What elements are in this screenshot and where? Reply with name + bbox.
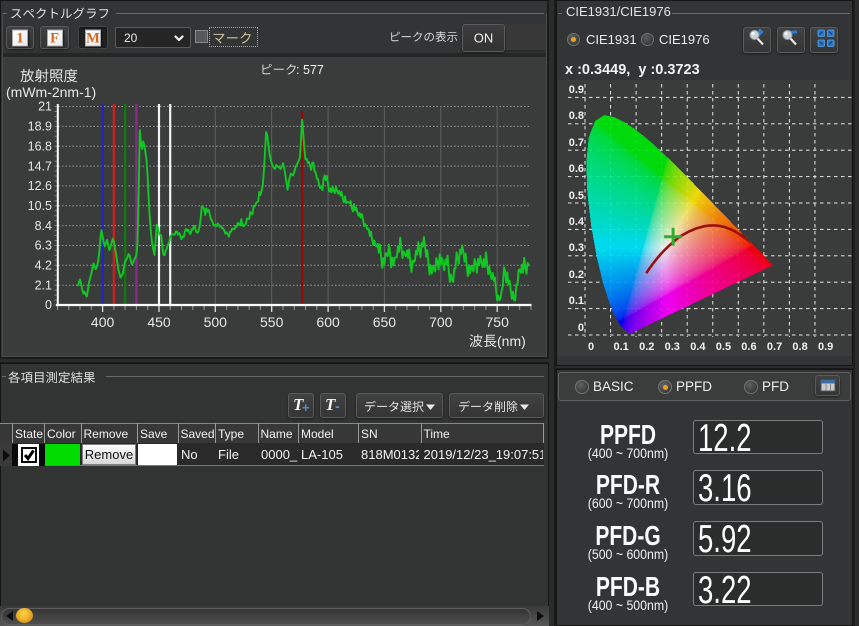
svg-text:0: 0	[45, 298, 52, 312]
svg-text:: 577: : 577	[296, 63, 324, 77]
svg-text:18.9: 18.9	[28, 120, 52, 134]
svg-text:14.7: 14.7	[28, 159, 52, 173]
svg-text:12.6: 12.6	[28, 179, 52, 193]
svg-text:400: 400	[91, 314, 115, 330]
svg-text:700: 700	[429, 314, 453, 330]
svg-text:550: 550	[260, 314, 284, 330]
svg-text:16.8: 16.8	[28, 139, 52, 153]
svg-text:10.5: 10.5	[28, 199, 52, 213]
svg-text:21: 21	[38, 100, 52, 114]
svg-text:600: 600	[316, 314, 340, 330]
svg-text:450: 450	[147, 314, 171, 330]
svg-text:750: 750	[486, 314, 510, 330]
svg-text:6.3: 6.3	[35, 239, 52, 253]
svg-text:2.1: 2.1	[35, 278, 52, 292]
svg-text:500: 500	[204, 314, 228, 330]
svg-text:8.4: 8.4	[35, 219, 52, 233]
svg-text:(mWm-2nm-1): (mWm-2nm-1)	[6, 84, 96, 100]
svg-text:650: 650	[373, 314, 397, 330]
svg-text:4.2: 4.2	[35, 259, 52, 273]
svg-text:(nm): (nm)	[497, 333, 526, 349]
